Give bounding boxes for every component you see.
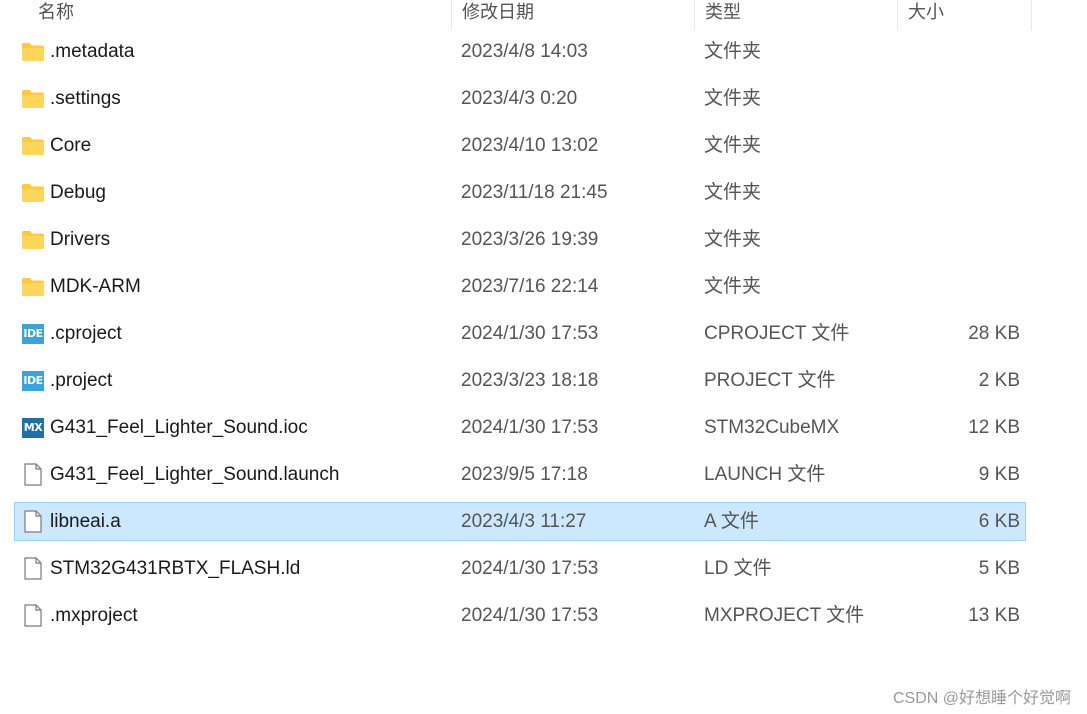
file-name: G431_Feel_Lighter_Sound.launch bbox=[50, 464, 340, 485]
file-row[interactable]: Debug 2023/11/18 21:45 文件夹 bbox=[14, 173, 1026, 212]
file-type: LAUNCH 文件 bbox=[704, 464, 826, 485]
file-modified-date: 2024/1/30 17:53 bbox=[461, 605, 599, 626]
file-name: STM32G431RBTX_FLASH.ld bbox=[50, 558, 301, 579]
document-icon bbox=[20, 503, 46, 540]
folder-icon bbox=[20, 80, 46, 117]
mx-file-icon: MX bbox=[20, 409, 46, 446]
file-name: G431_Feel_Lighter_Sound.ioc bbox=[50, 417, 308, 438]
file-name: Drivers bbox=[50, 229, 111, 250]
folder-icon bbox=[20, 127, 46, 164]
file-row[interactable]: MX G431_Feel_Lighter_Sound.ioc 2024/1/30 1… bbox=[14, 408, 1026, 447]
file-type: 文件夹 bbox=[704, 182, 762, 203]
folder-icon bbox=[20, 221, 46, 258]
watermark: CSDN @好想睡个好觉啊 bbox=[892, 690, 1071, 707]
column-header-name[interactable]: 名称 bbox=[28, 0, 452, 30]
file-modified-date: 2023/4/10 13:02 bbox=[461, 135, 599, 156]
file-row[interactable]: IDE .project 2023/3/23 18:18 PROJECT 文件 2 KB bbox=[14, 361, 1026, 400]
ide-file-icon: IDE bbox=[20, 362, 46, 399]
file-modified-date: 2023/4/8 14:03 bbox=[461, 41, 588, 62]
file-type: 文件夹 bbox=[704, 276, 762, 297]
folder-icon bbox=[20, 174, 46, 211]
file-name: libneai.a bbox=[50, 511, 121, 532]
mx-badge: MX bbox=[22, 417, 44, 438]
column-header-size[interactable]: 大小 bbox=[898, 0, 1032, 30]
file-name: .project bbox=[50, 370, 113, 391]
file-type: LD 文件 bbox=[704, 558, 772, 579]
file-modified-date: 2023/11/18 21:45 bbox=[461, 182, 608, 203]
file-modified-date: 2024/1/30 17:53 bbox=[461, 323, 599, 344]
ide-badge: IDE bbox=[22, 323, 44, 344]
file-modified-date: 2023/7/16 22:14 bbox=[461, 276, 599, 297]
folder-icon bbox=[20, 268, 46, 305]
file-row[interactable]: .mxproject 2024/1/30 17:53 MXPROJECT 文件 13 … bbox=[14, 596, 1026, 635]
file-row[interactable]: Core 2023/4/10 13:02 文件夹 bbox=[14, 126, 1026, 165]
file-type: MXPROJECT 文件 bbox=[704, 605, 865, 626]
file-row[interactable]: STM32G431RBTX_FLASH.ld 2024/1/30 17:53 LD … bbox=[14, 549, 1026, 588]
file-row[interactable]: Drivers 2023/3/26 19:39 文件夹 bbox=[14, 220, 1026, 259]
file-size: 5 KB bbox=[978, 558, 1020, 579]
document-icon bbox=[20, 550, 46, 587]
file-modified-date: 2023/3/26 19:39 bbox=[461, 229, 599, 250]
file-name: .mxproject bbox=[50, 605, 138, 626]
file-modified-date: 2024/1/30 17:53 bbox=[461, 558, 599, 579]
column-header-type[interactable]: 类型 bbox=[695, 0, 898, 30]
document-icon bbox=[20, 597, 46, 634]
folder-icon bbox=[20, 33, 46, 70]
file-type: 文件夹 bbox=[704, 88, 762, 109]
file-row[interactable]: MDK-ARM 2023/7/16 22:14 文件夹 bbox=[14, 267, 1026, 306]
file-type: 文件夹 bbox=[704, 135, 762, 156]
file-name: MDK-ARM bbox=[50, 276, 141, 297]
file-type: A 文件 bbox=[704, 511, 759, 532]
column-header-date[interactable]: 修改日期 bbox=[452, 0, 695, 30]
file-size: 28 KB bbox=[968, 323, 1020, 344]
file-size: 12 KB bbox=[968, 417, 1020, 438]
file-size: 2 KB bbox=[978, 370, 1020, 391]
file-row[interactable]: .settings 2023/4/3 0:20 文件夹 bbox=[14, 79, 1026, 118]
file-size: 6 KB bbox=[978, 511, 1020, 532]
file-row[interactable]: .metadata 2023/4/8 14:03 文件夹 bbox=[14, 32, 1026, 71]
file-name: .metadata bbox=[50, 41, 135, 62]
file-type: 文件夹 bbox=[704, 229, 762, 250]
file-name: .cproject bbox=[50, 323, 122, 344]
document-icon bbox=[20, 456, 46, 493]
file-type: CPROJECT 文件 bbox=[704, 323, 850, 344]
ide-badge: IDE bbox=[22, 370, 44, 391]
file-modified-date: 2023/4/3 11:27 bbox=[461, 511, 587, 532]
file-name: Core bbox=[50, 135, 92, 156]
file-type: STM32CubeMX bbox=[704, 417, 840, 438]
ide-file-icon: IDE bbox=[20, 315, 46, 352]
file-size: 9 KB bbox=[978, 464, 1020, 485]
file-type: 文件夹 bbox=[704, 41, 762, 62]
file-size: 13 KB bbox=[968, 605, 1020, 626]
file-modified-date: 2023/9/5 17:18 bbox=[461, 464, 588, 485]
file-name: .settings bbox=[50, 88, 121, 109]
file-modified-date: 2023/4/3 0:20 bbox=[461, 88, 578, 109]
file-modified-date: 2023/3/23 18:18 bbox=[461, 370, 599, 391]
file-modified-date: 2024/1/30 17:53 bbox=[461, 417, 599, 438]
file-row[interactable]: libneai.a 2023/4/3 11:27 A 文件 6 KB bbox=[14, 502, 1026, 541]
file-row[interactable]: IDE .cproject 2024/1/30 17:53 CPROJECT 文件 28… bbox=[14, 314, 1026, 353]
file-row[interactable]: G431_Feel_Lighter_Sound.launch 2023/9/5 1… bbox=[14, 455, 1026, 494]
file-type: PROJECT 文件 bbox=[704, 370, 836, 391]
file-name: Debug bbox=[50, 182, 106, 203]
column-header-bar: 名称 修改日期 类型 大小 bbox=[0, 0, 1087, 30]
